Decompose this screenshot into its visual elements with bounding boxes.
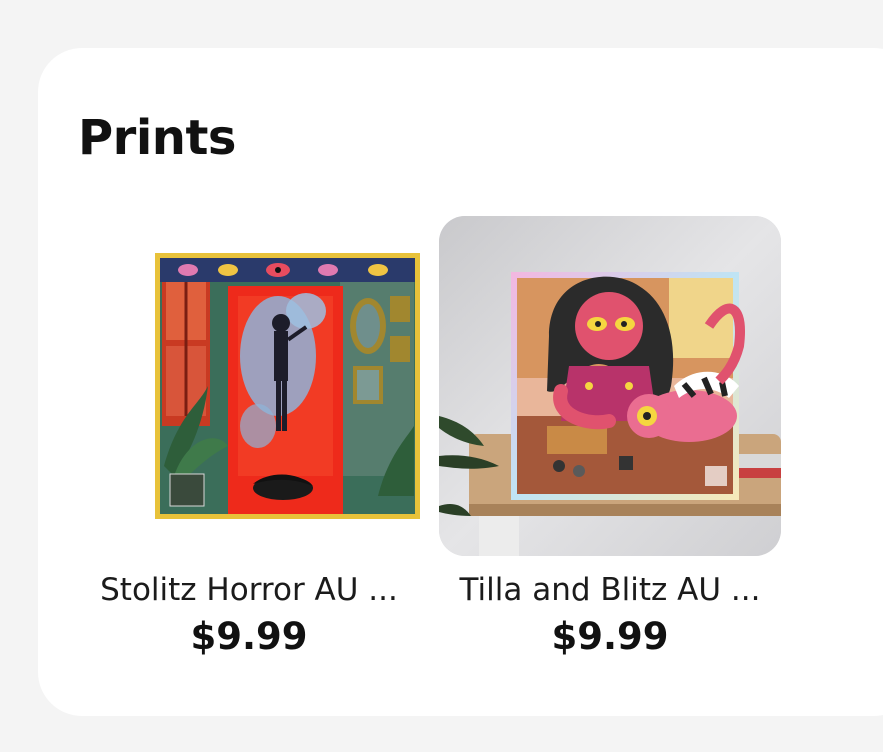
horror-au-print-image	[155, 253, 420, 519]
product-card[interactable]: Stolitz Horror AU ... $9.99	[78, 216, 420, 660]
product-price: $9.99	[190, 615, 308, 658]
product-image[interactable]	[78, 216, 420, 556]
product-card[interactable]: Tilla and Blitz AU ... $9.99	[439, 216, 781, 660]
section-title: Prints	[78, 110, 237, 166]
product-name[interactable]: Stolitz Horror AU ...	[78, 570, 420, 610]
prints-card: Prints Stolitz Horror AU ... $9.99 Tilla…	[38, 48, 883, 716]
product-price: $9.99	[551, 615, 669, 658]
product-image[interactable]	[439, 216, 781, 556]
product-name[interactable]: Tilla and Blitz AU ...	[439, 570, 781, 610]
tilla-blitz-print-image	[439, 216, 781, 556]
